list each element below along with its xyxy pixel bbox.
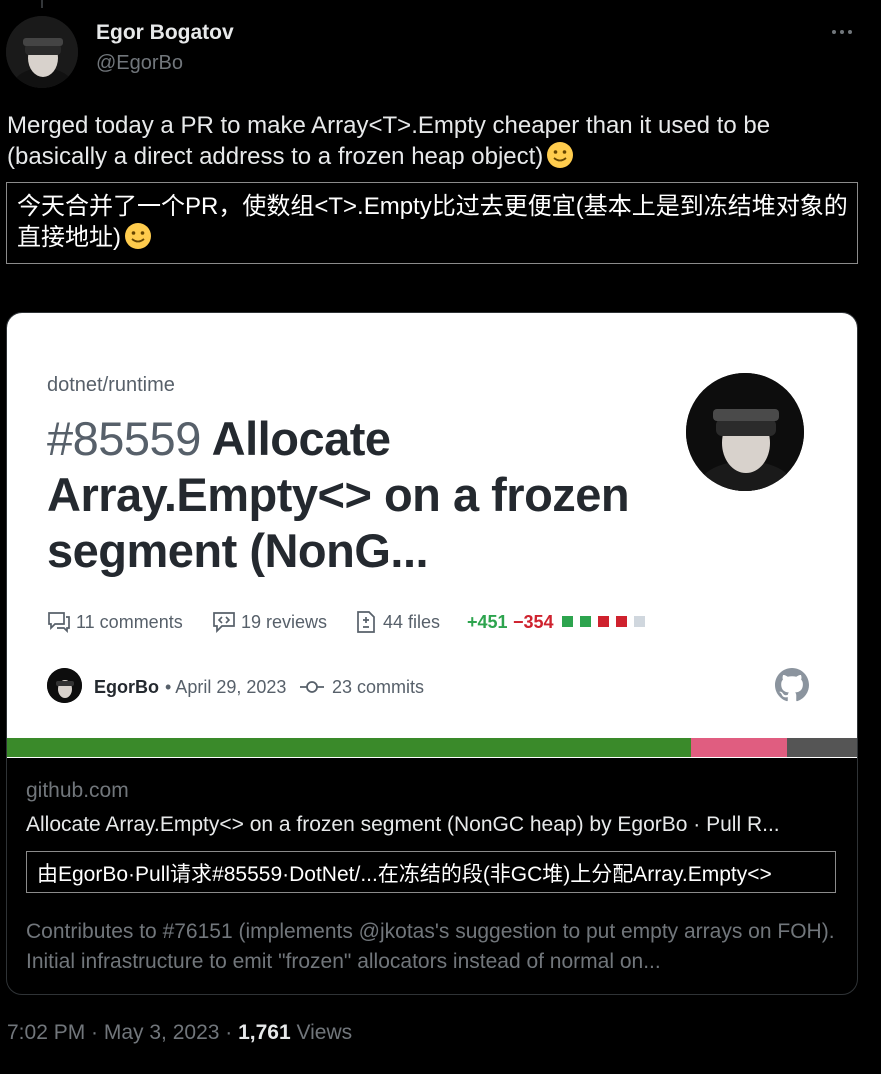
- link-description: Contributes to #76151 (implements @jkota…: [26, 920, 835, 973]
- diff-square: [634, 616, 645, 627]
- reviews-count: 19 reviews: [241, 612, 328, 632]
- more-dots-icon[interactable]: [829, 24, 855, 40]
- link-domain[interactable]: github.com: [26, 779, 129, 803]
- slightly-smiling-face-emoji: [547, 142, 574, 168]
- pr-title: #85559 Allocate Array.Empty<> on a froze…: [47, 411, 647, 579]
- meta-user-avatar: [47, 668, 82, 703]
- file-diff-icon: [357, 611, 375, 633]
- card-author-avatar: [686, 373, 804, 491]
- tweet-body: Merged today a PR to make Array<T>.Empty…: [7, 112, 771, 170]
- tweet-footer: 7:02 PM · May 3, 2023 · 1,761 Views: [7, 1021, 352, 1045]
- diff-square: [598, 616, 609, 627]
- repo-name: dotnet/runtime: [47, 374, 175, 396]
- tweet-timestamp[interactable]: 7:02 PM · May 3, 2023 ·: [7, 1021, 238, 1044]
- card-preview-image: dotnet/runtime #85559 Allocate Array.Emp…: [7, 313, 857, 758]
- diff-square: [580, 616, 591, 627]
- language-bar-segment: [7, 738, 692, 757]
- views-label: Views: [290, 1021, 353, 1044]
- github-icon: [775, 668, 809, 702]
- author-avatar[interactable]: [6, 16, 78, 88]
- meta-commits: 23 commits: [332, 677, 425, 697]
- tweet-text: Merged today a PR to make Array<T>.Empty…: [7, 110, 867, 172]
- language-bar-segment: [787, 738, 857, 757]
- diff-square: [562, 616, 573, 627]
- meta-user-name: EgorBo: [94, 677, 159, 697]
- review-icon: [213, 612, 235, 634]
- link-title[interactable]: Allocate Array.Empty<> on a frozen segme…: [26, 813, 841, 837]
- link-preview-card[interactable]: dotnet/runtime #85559 Allocate Array.Emp…: [6, 312, 858, 995]
- commit-icon: [300, 681, 324, 693]
- author-name[interactable]: Egor Bogatov: [96, 21, 234, 45]
- files-count: 44 files: [383, 612, 441, 632]
- pr-number: #85559: [47, 412, 201, 465]
- deletions-count: −354: [513, 612, 554, 632]
- comments-count: 11 comments: [76, 612, 183, 632]
- comment-icon: [48, 612, 70, 634]
- diff-square: [616, 616, 627, 627]
- tweet-translation-box: 今天合并了一个PR，使数组<T>.Empty比过去更便宜(基本上是到冻结堆对象的…: [6, 182, 858, 264]
- meta-date: • April 29, 2023: [165, 677, 287, 697]
- language-bar-segment: [691, 738, 788, 757]
- views-count: 1,761: [238, 1021, 291, 1044]
- additions-count: +451: [467, 612, 508, 632]
- language-bar: [7, 738, 857, 757]
- slightly-smiling-face-emoji: [125, 223, 151, 249]
- thread-connector-line: [41, 0, 43, 8]
- link-title-translation: 由EgorBo·Pull请求#85559·DotNet/...在冻结的段(非GC…: [26, 851, 836, 893]
- author-handle[interactable]: @EgorBo: [96, 52, 183, 75]
